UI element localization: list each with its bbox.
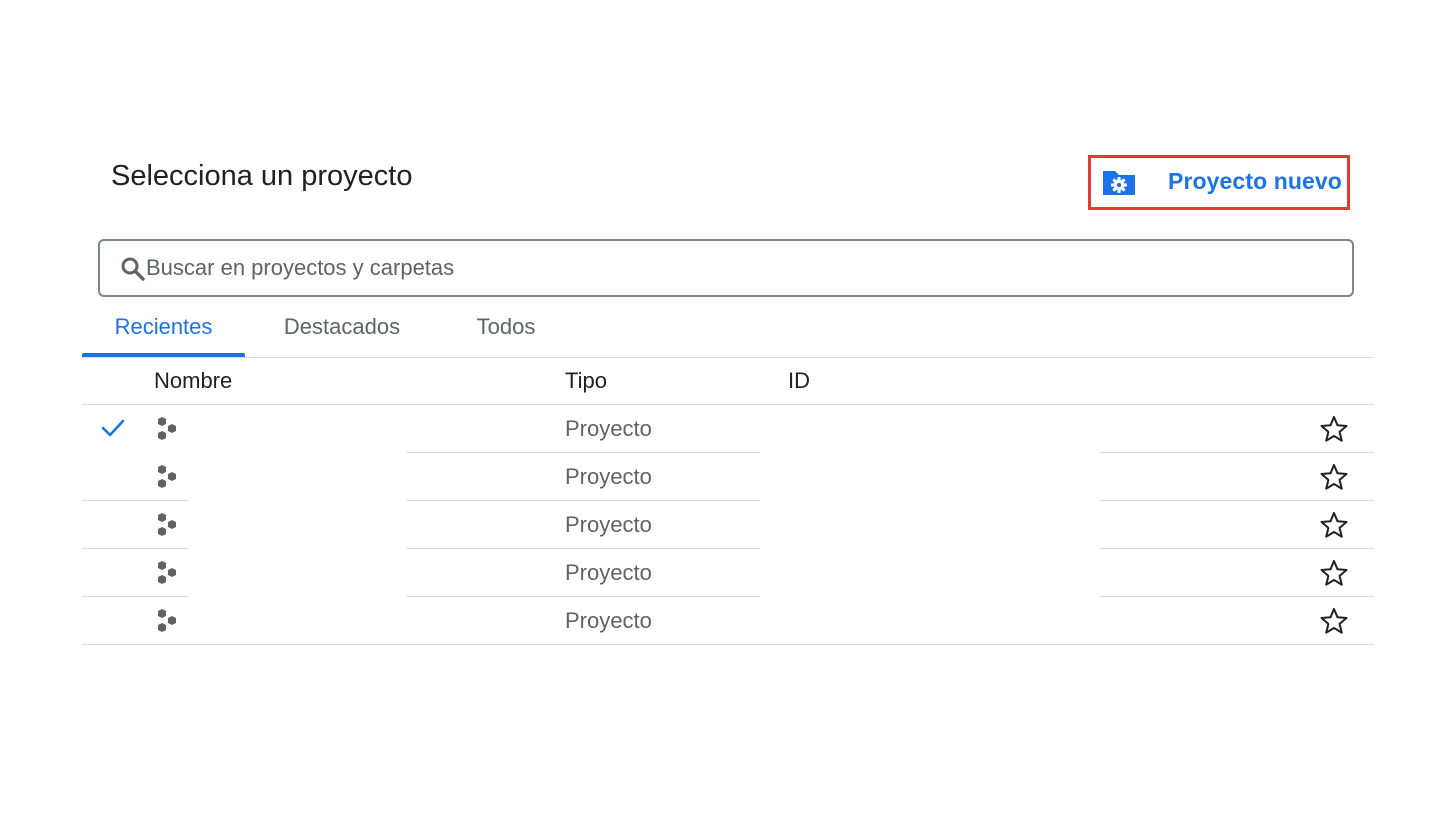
table-row[interactable]: Proyecto xyxy=(82,549,1374,596)
star-icon xyxy=(1320,464,1348,490)
column-header-name[interactable]: Nombre xyxy=(154,366,232,396)
star-icon xyxy=(1320,608,1348,634)
table-row[interactable]: Proyecto xyxy=(82,405,1374,452)
project-icon xyxy=(158,465,176,488)
star-icon xyxy=(1320,560,1348,586)
star-icon xyxy=(1320,416,1348,442)
project-icon xyxy=(158,561,176,584)
tab-todos[interactable]: Todos xyxy=(462,305,550,355)
tab-recientes[interactable]: Recientes xyxy=(82,305,245,357)
projects-table: Nombre Tipo ID Proyecto Proyecto Proyect… xyxy=(82,358,1374,645)
tab-label: Recientes xyxy=(114,314,213,339)
star-button[interactable] xyxy=(1318,413,1350,445)
table-row[interactable]: Proyecto xyxy=(82,501,1374,548)
star-button[interactable] xyxy=(1318,509,1350,541)
column-header-id[interactable]: ID xyxy=(788,366,810,396)
project-icon xyxy=(158,609,176,632)
project-type: Proyecto xyxy=(565,608,652,633)
tab-label: Destacados xyxy=(283,314,401,339)
new-project-button[interactable]: Proyecto nuevo xyxy=(1088,155,1350,210)
table-row[interactable]: Proyecto xyxy=(82,453,1374,500)
tab-bar: Recientes Destacados Todos xyxy=(82,305,1374,358)
star-button[interactable] xyxy=(1318,557,1350,589)
new-project-label: Proyecto nuevo xyxy=(1168,168,1342,194)
project-icon xyxy=(158,513,176,536)
tab-destacados[interactable]: Destacados xyxy=(267,305,417,355)
project-type: Proyecto xyxy=(565,512,652,537)
project-type: Proyecto xyxy=(565,416,652,441)
star-button[interactable] xyxy=(1318,461,1350,493)
check-icon xyxy=(101,419,125,437)
search-input[interactable] xyxy=(146,251,1326,285)
table-bottom-border xyxy=(82,644,1374,645)
column-header-type[interactable]: Tipo xyxy=(565,366,607,396)
search-box[interactable] xyxy=(98,239,1354,297)
folder-settings-icon xyxy=(1103,171,1135,195)
star-button[interactable] xyxy=(1318,605,1350,637)
dialog-title: Selecciona un proyecto xyxy=(111,160,413,192)
project-picker-dialog: Selecciona un proyecto Proyecto nuevo Re… xyxy=(0,0,1456,819)
search-icon xyxy=(121,257,145,281)
star-icon xyxy=(1320,512,1348,538)
project-type: Proyecto xyxy=(565,560,652,585)
table-header: Nombre Tipo ID xyxy=(82,358,1374,405)
table-row[interactable]: Proyecto xyxy=(82,597,1374,644)
project-type: Proyecto xyxy=(565,464,652,489)
tab-label: Todos xyxy=(476,314,536,339)
project-icon xyxy=(158,417,176,440)
